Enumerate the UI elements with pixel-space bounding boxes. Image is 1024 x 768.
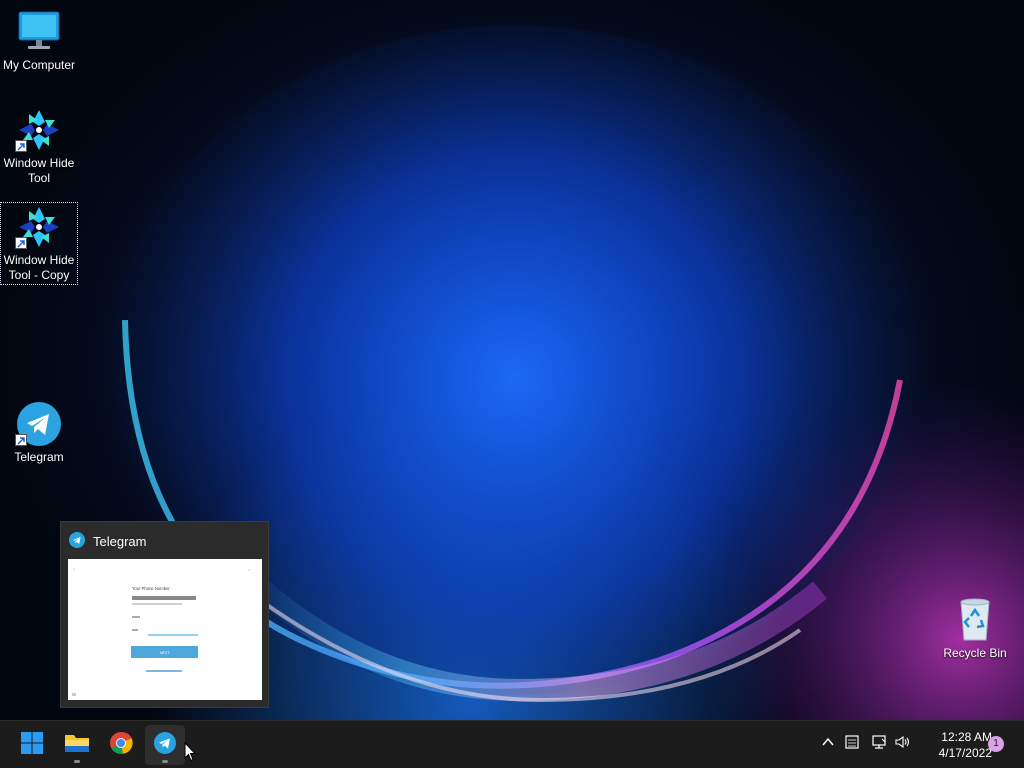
taskbar: 12:28 AM 4/17/2022 1 xyxy=(0,720,1024,768)
tray-app-button[interactable] xyxy=(843,734,861,755)
window-hide-tool-icon xyxy=(15,106,63,154)
preview-thumbnail[interactable]: ‹ × Your Phone Number NEXT xyxy=(68,559,262,700)
network-icon xyxy=(870,734,888,755)
telegram-icon xyxy=(69,531,85,551)
shortcut-arrow-icon xyxy=(15,237,27,249)
windows-start-icon xyxy=(20,731,44,760)
telegram-icon xyxy=(153,731,177,760)
chrome-icon xyxy=(109,731,133,760)
preview-title-text: Telegram xyxy=(93,533,147,549)
thumb-next-button: NEXT xyxy=(160,651,170,655)
running-indicator xyxy=(74,760,80,763)
recycle-bin-icon xyxy=(951,596,999,644)
telegram-taskbar-button[interactable] xyxy=(145,725,185,765)
start-button[interactable] xyxy=(12,725,52,765)
file-explorer-icon xyxy=(64,731,90,760)
window-hide-tool-icon xyxy=(15,203,63,251)
shortcut-arrow-icon xyxy=(15,434,27,446)
telegram-icon xyxy=(15,400,63,448)
volume-button[interactable] xyxy=(894,735,912,753)
thumb-heading: Your Phone Number xyxy=(132,586,170,591)
desktop-icon-telegram[interactable]: Telegram xyxy=(1,400,77,465)
speaker-icon xyxy=(894,734,912,755)
desktop: My Computer Window Hide Tool Window Hide… xyxy=(0,0,1024,720)
chevron-up-icon xyxy=(821,735,835,754)
desktop-icon-label: My Computer xyxy=(2,58,76,72)
desktop-icon-window-hide-tool-copy[interactable]: Window Hide Tool - Copy xyxy=(0,202,78,285)
mouse-cursor-icon xyxy=(184,741,197,767)
desktop-icon-window-hide-tool[interactable]: Window Hide Tool xyxy=(1,106,77,186)
taskbar-preview-telegram[interactable]: Telegram ‹ × Your Phone Number NEXT xyxy=(60,521,269,708)
desktop-icon-label: Telegram xyxy=(14,450,64,464)
desktop-icon-recycle-bin[interactable]: Recycle Bin xyxy=(937,596,1013,661)
network-button[interactable] xyxy=(870,734,888,755)
desktop-icon-label: Recycle Bin xyxy=(943,646,1007,660)
keyboard-icon xyxy=(844,734,860,755)
running-indicator xyxy=(162,760,168,763)
desktop-icon-my-computer[interactable]: My Computer xyxy=(1,8,77,73)
file-explorer-button[interactable] xyxy=(57,725,97,765)
desktop-icon-label: Window Hide Tool - Copy xyxy=(3,253,75,282)
chrome-button[interactable] xyxy=(101,725,141,765)
clock-date: 4/17/2022 xyxy=(938,746,992,760)
notification-badge[interactable]: 1 xyxy=(988,736,1004,752)
clock-time: 12:28 AM xyxy=(941,730,992,744)
desktop-icon-label: Window Hide Tool xyxy=(3,156,75,185)
clock[interactable]: 12:28 AM 4/17/2022 xyxy=(918,729,992,761)
shortcut-arrow-icon xyxy=(15,140,27,152)
show-hidden-icons-button[interactable] xyxy=(819,735,837,753)
preview-title: Telegram xyxy=(69,531,147,551)
computer-icon xyxy=(15,8,63,56)
